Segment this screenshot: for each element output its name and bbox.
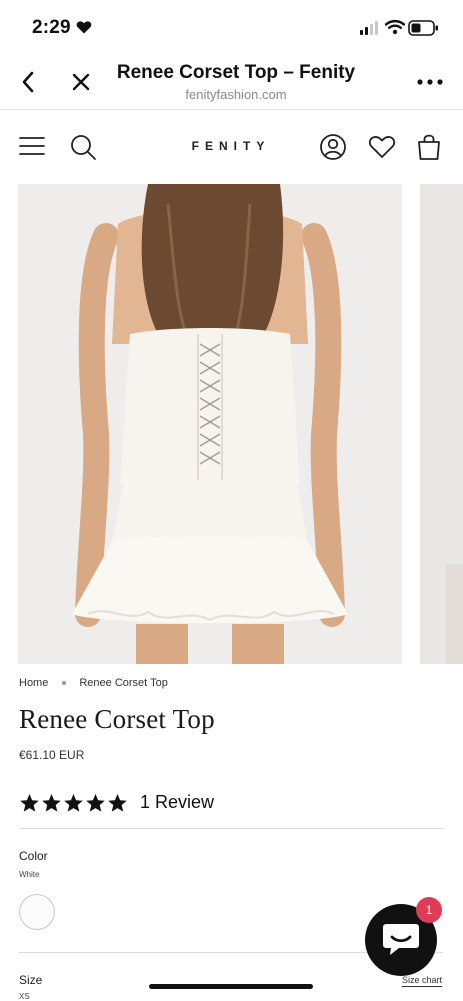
notification-badge: 1	[416, 897, 442, 923]
back-icon	[22, 71, 34, 93]
star-icon	[86, 793, 105, 812]
page-domain: fenityfashion.com	[185, 87, 287, 102]
browser-divider	[0, 109, 463, 110]
menu-button[interactable]	[16, 130, 48, 162]
star-icon	[64, 793, 83, 812]
battery-icon	[408, 20, 438, 36]
breadcrumb: Home Renee Corset Top	[19, 677, 168, 689]
product-title: Renee Corset Top	[19, 704, 215, 734]
close-icon	[72, 73, 90, 91]
wishlist-button[interactable]	[365, 130, 399, 164]
breadcrumb-home[interactable]: Home	[19, 677, 48, 689]
close-button[interactable]	[66, 64, 96, 100]
account-icon	[320, 134, 346, 160]
review-count[interactable]: 1 Review	[140, 792, 214, 813]
more-button[interactable]	[412, 70, 448, 94]
next-product-image[interactable]	[420, 184, 463, 664]
more-icon	[417, 79, 443, 85]
back-button[interactable]	[14, 64, 42, 100]
color-swatch-white[interactable]	[19, 894, 55, 930]
star-icon	[42, 793, 61, 812]
heart-icon	[368, 136, 396, 158]
product-image[interactable]	[18, 184, 402, 664]
wifi-icon	[385, 19, 405, 35]
search-button[interactable]	[66, 130, 100, 164]
size-label: Size	[19, 973, 43, 987]
page-title: Renee Corset Top – Fenity	[116, 62, 356, 83]
chat-icon	[383, 924, 419, 955]
menu-icon	[19, 137, 45, 155]
signal-icon	[360, 21, 378, 35]
color-value: White	[19, 870, 40, 879]
cart-button[interactable]	[413, 128, 445, 164]
site-logo[interactable]: FENITY	[170, 133, 292, 159]
size-chart-link[interactable]: Size chart	[402, 975, 443, 987]
star-rating	[19, 793, 128, 813]
product-price: €61.10 EUR	[19, 748, 85, 762]
star-icon	[108, 793, 127, 812]
account-button[interactable]	[316, 130, 350, 164]
breadcrumb-separator	[62, 681, 67, 685]
breadcrumb-current: Renee Corset Top	[79, 677, 168, 689]
product-photo	[18, 184, 402, 664]
divider	[19, 828, 443, 829]
rating-row[interactable]: 1 Review	[19, 792, 214, 813]
bag-icon	[418, 134, 440, 160]
status-time: 2:29	[32, 17, 71, 38]
heart-status-icon	[76, 21, 92, 34]
next-product-photo	[420, 184, 463, 664]
search-icon	[71, 135, 96, 160]
color-label: Color	[19, 849, 48, 863]
home-indicator	[149, 984, 313, 989]
star-icon	[20, 793, 39, 812]
